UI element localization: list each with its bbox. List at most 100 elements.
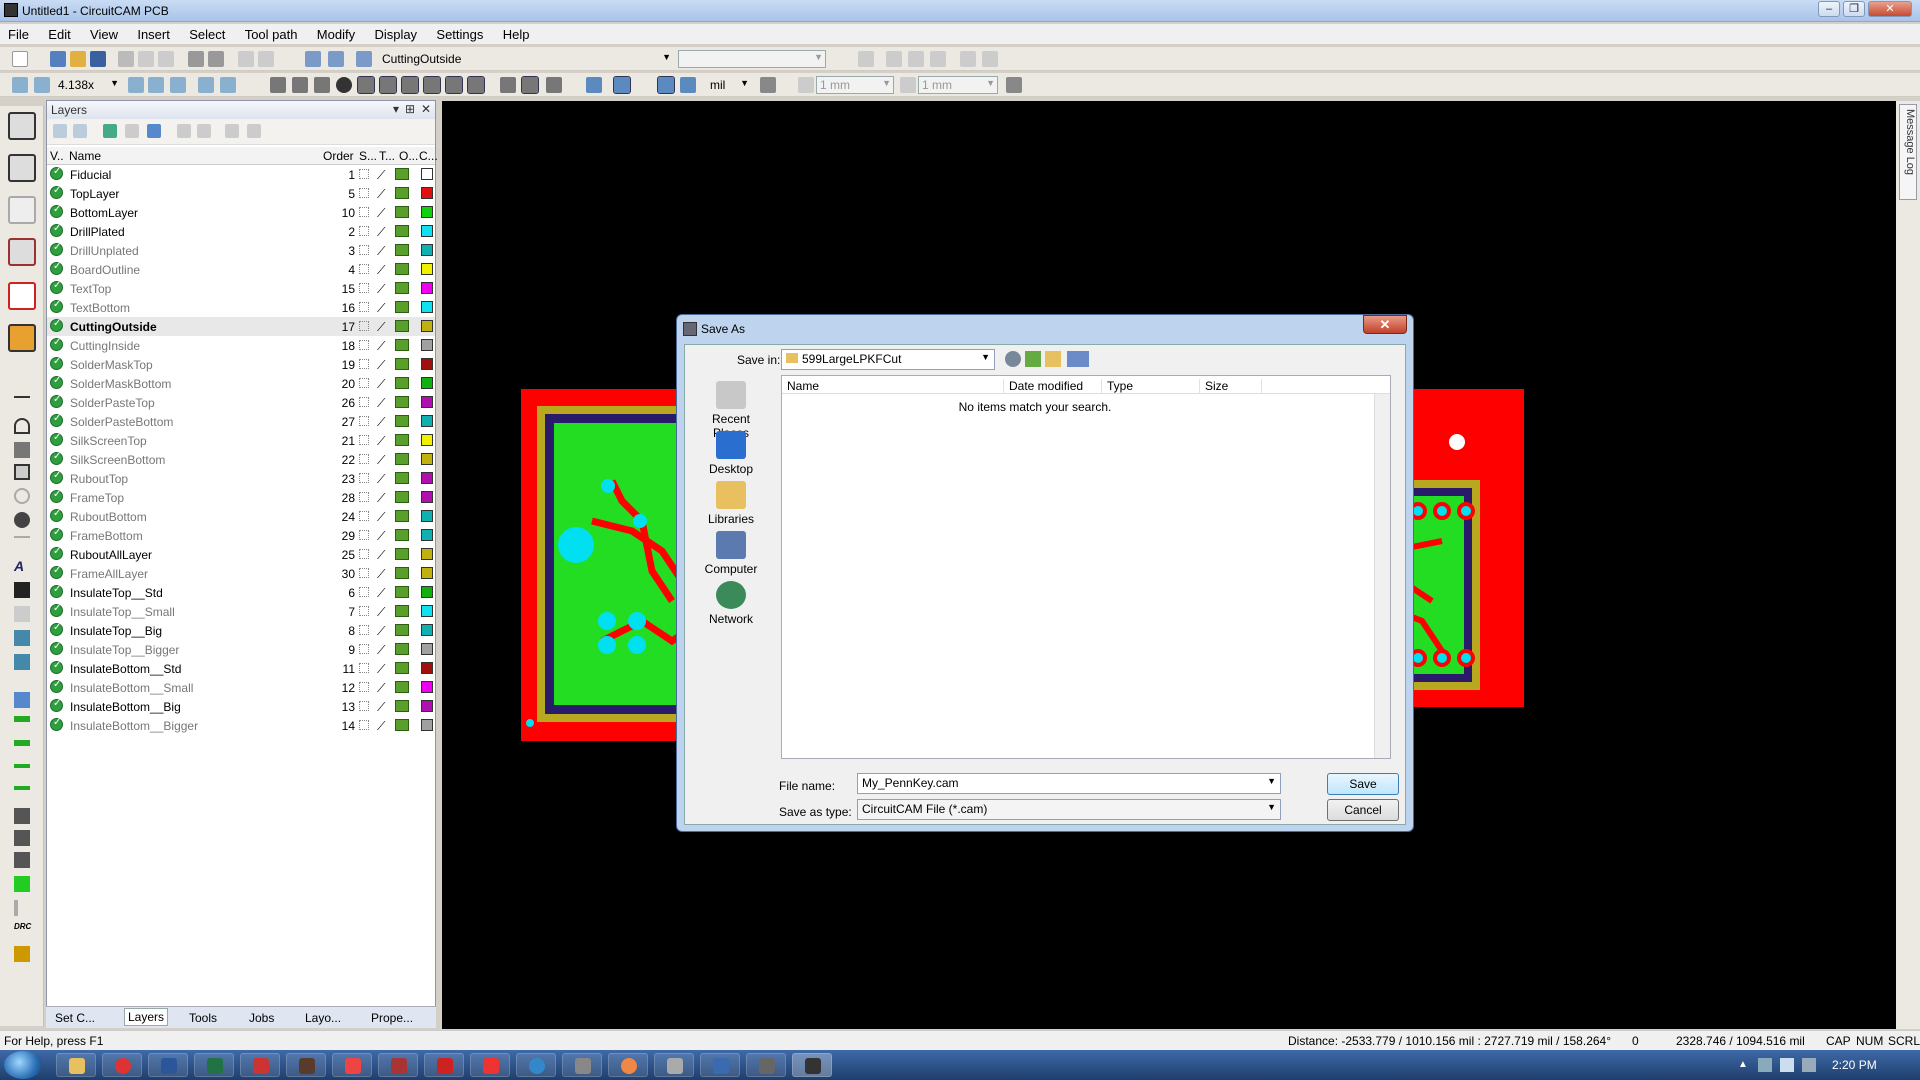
layer-row[interactable]: DrillUnplated 3 ⟋	[47, 241, 435, 260]
message-log-tab[interactable]: Message Log	[1899, 104, 1917, 200]
align2-icon[interactable]	[908, 51, 924, 67]
menu-modify[interactable]: Modify	[309, 24, 363, 42]
start-button[interactable]	[4, 1051, 42, 1079]
unit-combo[interactable]: mil ▼	[706, 76, 752, 94]
close-button[interactable]: ✕	[1868, 1, 1912, 17]
layer-row[interactable]: RuboutAllLayer 25 ⟋	[47, 545, 435, 564]
layer-select-toggle[interactable]	[359, 359, 369, 369]
layer-row[interactable]: InsulateBottom__Std 11 ⟋	[47, 659, 435, 678]
tray-flag-icon[interactable]	[1802, 1058, 1816, 1072]
visibility-check-icon[interactable]	[50, 622, 63, 636]
col-c[interactable]: C...	[419, 149, 438, 163]
menu-tool-path[interactable]: Tool path	[237, 24, 306, 42]
tool-link-icon[interactable]: ⟋	[377, 453, 391, 467]
layer-row[interactable]: SolderMaskBottom 20 ⟋	[47, 374, 435, 393]
output-layers-icon[interactable]	[395, 434, 409, 446]
tool-link-icon[interactable]: ⟋	[377, 225, 391, 239]
app-taskbar-icon-5[interactable]	[424, 1053, 464, 1077]
menu-insert[interactable]: Insert	[129, 24, 178, 42]
layer-color-swatch[interactable]	[421, 662, 433, 674]
file-list[interactable]: Name Date modified Type Size No items ma…	[781, 375, 1391, 759]
layer-color-swatch[interactable]	[421, 301, 433, 313]
save-button[interactable]: Save	[1327, 773, 1399, 795]
tool-link-icon[interactable]: ⟋	[377, 339, 391, 353]
layer-row[interactable]: RuboutBottom 24 ⟋	[47, 507, 435, 526]
precision-icon[interactable]	[760, 77, 776, 93]
layer-row[interactable]: InsulateTop__Bigger 9 ⟋	[47, 640, 435, 659]
generate-tool-icon[interactable]	[8, 154, 36, 182]
zoom-fit-icon[interactable]	[148, 77, 164, 93]
tool-link-icon[interactable]: ⟋	[377, 510, 391, 524]
angle-icon[interactable]	[680, 77, 696, 93]
output-layers-icon[interactable]	[395, 263, 409, 275]
layer-color-swatch[interactable]	[421, 282, 433, 294]
layer-select-toggle[interactable]	[359, 454, 369, 464]
visibility-check-icon[interactable]	[50, 565, 63, 579]
save-type-select[interactable]: CircuitCAM File (*.cam) ▼	[857, 799, 1281, 820]
print-preview-icon[interactable]	[208, 51, 224, 67]
menu-view[interactable]: View	[82, 24, 126, 42]
visibility-check-icon[interactable]	[50, 641, 63, 655]
visibility-check-icon[interactable]	[50, 185, 63, 199]
layer-row[interactable]: InsulateTop__Std 6 ⟋	[47, 583, 435, 602]
mirror2-icon[interactable]	[982, 51, 998, 67]
output-layers-icon[interactable]	[395, 377, 409, 389]
pad-icon[interactable]	[14, 512, 30, 528]
delete-layer-icon[interactable]	[125, 124, 139, 138]
app-taskbar-icon-1[interactable]	[240, 1053, 280, 1077]
ortho-icon[interactable]	[521, 76, 539, 94]
measure-tool-icon[interactable]	[14, 630, 30, 646]
visibility-check-icon[interactable]	[50, 394, 63, 408]
cursor-icon[interactable]	[500, 77, 516, 93]
back-icon[interactable]	[1005, 351, 1021, 367]
snap-point-icon[interactable]	[401, 76, 419, 94]
distribute-icon[interactable]	[14, 764, 30, 768]
output-layers-icon[interactable]	[395, 643, 409, 655]
layer-row[interactable]: SolderPasteBottom 27 ⟋	[47, 412, 435, 431]
snap-mid-icon[interactable]	[467, 76, 485, 94]
visibility-check-icon[interactable]	[50, 223, 63, 237]
layer-row[interactable]: BoardOutline 4 ⟋	[47, 260, 435, 279]
layer-color-swatch[interactable]	[421, 472, 433, 484]
layer-color-swatch[interactable]	[421, 396, 433, 408]
select-icon[interactable]	[270, 77, 286, 93]
layer-color-swatch[interactable]	[421, 529, 433, 541]
app-taskbar-icon-12[interactable]	[746, 1053, 786, 1077]
align-icon[interactable]	[886, 51, 902, 67]
output-layers-icon[interactable]	[395, 187, 409, 199]
visibility-check-icon[interactable]	[50, 603, 63, 617]
layer-color-swatch[interactable]	[421, 206, 433, 218]
layer-color-swatch[interactable]	[421, 586, 433, 598]
visibility-check-icon[interactable]	[50, 204, 63, 218]
file-name-input[interactable]: My_PennKey.cam ▼	[857, 773, 1281, 794]
tool-link-icon[interactable]: ⟋	[377, 396, 391, 410]
clock[interactable]: 2:20 PM	[1832, 1058, 1877, 1072]
output-layers-icon[interactable]	[395, 358, 409, 370]
layer-row[interactable]: Fiducial 1 ⟋	[47, 165, 435, 184]
place-desktop[interactable]: Desktop	[695, 431, 767, 476]
layer-row[interactable]: CuttingInside 18 ⟋	[47, 336, 435, 355]
polygon-icon[interactable]	[14, 442, 30, 458]
layer-row[interactable]: TextTop 15 ⟋	[47, 279, 435, 298]
grid-settings-icon[interactable]	[1006, 77, 1022, 93]
tool-link-icon[interactable]: ⟋	[377, 567, 391, 581]
tool-combo[interactable]: ▼	[678, 50, 826, 68]
word-taskbar-icon[interactable]	[148, 1053, 188, 1077]
snap-grid-icon[interactable]	[379, 76, 397, 94]
menu-settings[interactable]: Settings	[428, 24, 491, 42]
layer-row[interactable]: InsulateBottom__Big 13 ⟋	[47, 697, 435, 716]
menu-file[interactable]: File	[0, 24, 37, 42]
tab-set-c[interactable]: Set C...	[52, 1010, 98, 1026]
file-list-scrollbar[interactable]	[1374, 394, 1390, 758]
layer-import-icon[interactable]	[305, 51, 321, 67]
layer-color-swatch[interactable]	[421, 358, 433, 370]
menu-display[interactable]: Display	[366, 24, 425, 42]
visibility-check-icon[interactable]	[50, 451, 63, 465]
visibility-check-icon[interactable]	[50, 527, 63, 541]
output-layers-icon[interactable]	[395, 396, 409, 408]
layer-row[interactable]: SolderMaskTop 19 ⟋	[47, 355, 435, 374]
layer-color-swatch[interactable]	[421, 377, 433, 389]
layer-color-swatch[interactable]	[421, 339, 433, 351]
output-layers-icon[interactable]	[395, 301, 409, 313]
output-layers-icon[interactable]	[395, 225, 409, 237]
